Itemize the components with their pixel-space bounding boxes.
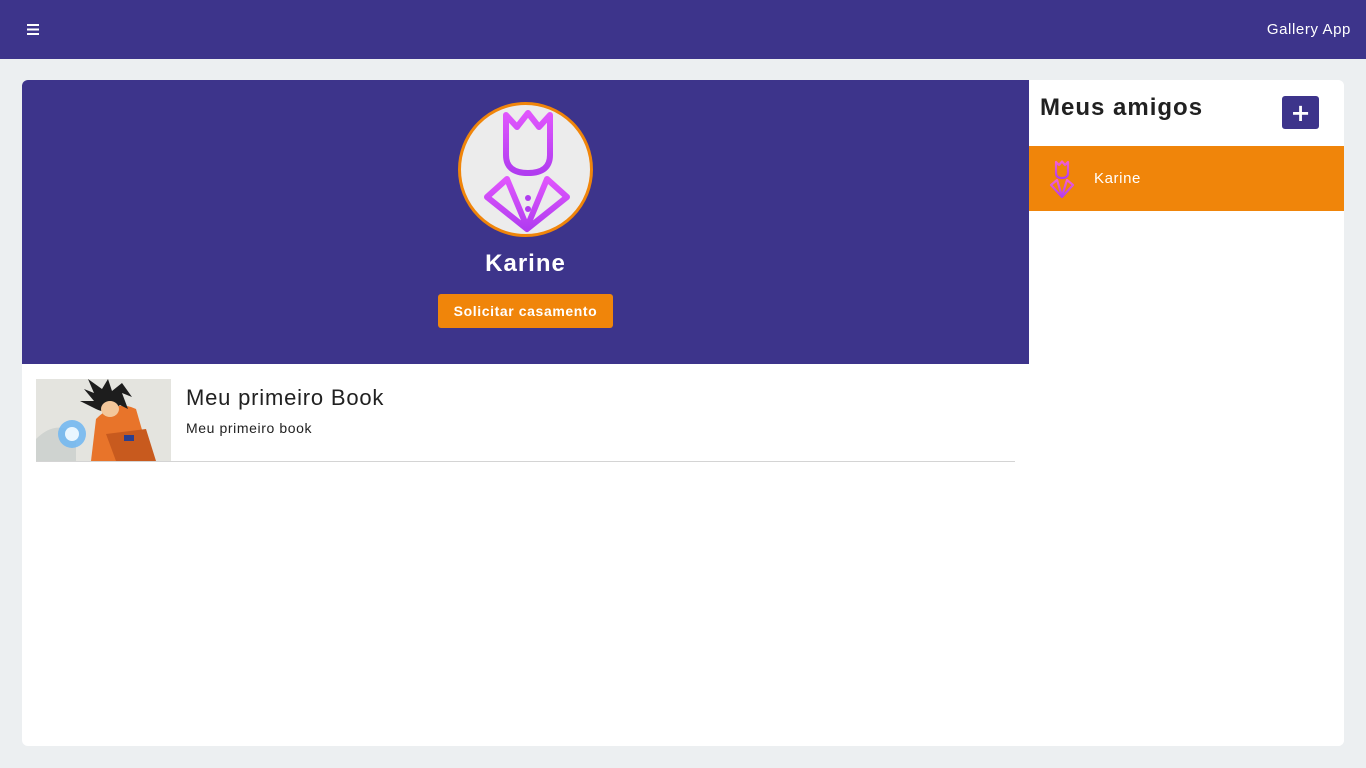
request-marriage-button[interactable]: Solicitar casamento — [438, 294, 613, 328]
app-title[interactable]: Gallery App — [1267, 21, 1351, 38]
menu-icon[interactable] — [24, 21, 42, 39]
book-list-item[interactable]: Meu primeiro Book Meu primeiro book — [36, 379, 1015, 462]
profile-avatar — [458, 102, 593, 237]
crown-tuxedo-icon — [1049, 160, 1075, 198]
profile-header: Karine Solicitar casamento — [22, 80, 1029, 364]
friends-panel: Meus amigos + Karine — [1029, 80, 1344, 746]
book-description: Meu primeiro book — [186, 420, 313, 436]
friend-list-item[interactable]: Karine — [1029, 146, 1344, 211]
hamburger-menu-icon — [27, 24, 39, 35]
friend-name: Karine — [1094, 170, 1141, 187]
book-cover-image — [36, 379, 171, 461]
crown-tuxedo-icon — [484, 110, 570, 232]
friends-title: Meus amigos — [1040, 94, 1204, 121]
book-title: Meu primeiro Book — [186, 385, 385, 410]
add-friend-button[interactable]: + — [1282, 96, 1319, 129]
profile-name: Karine — [485, 250, 566, 277]
top-app-bar: Gallery App — [0, 0, 1366, 59]
main-card: Karine Solicitar casamento Meu primeiro … — [22, 80, 1344, 746]
